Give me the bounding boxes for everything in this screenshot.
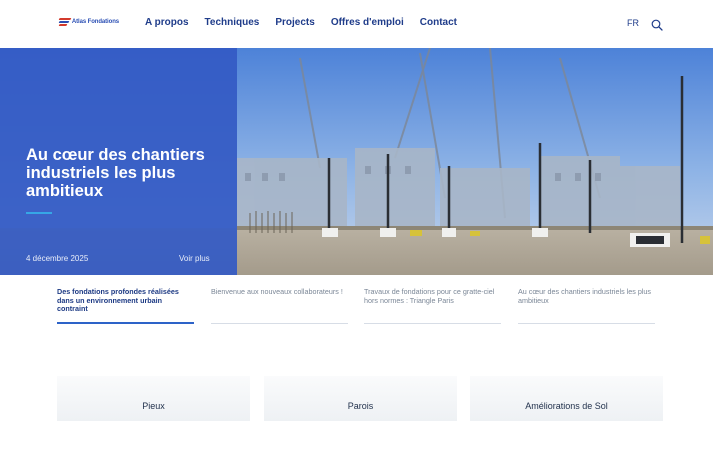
logo-text: Atlas Fondations bbox=[71, 19, 119, 25]
hero-banner: Au cœur des chantiers industriels les pl… bbox=[0, 48, 713, 275]
nav-item-projects[interactable]: Projects bbox=[275, 17, 314, 28]
hero-slider-tabs: Des fondations profondes réalisées dans … bbox=[57, 287, 657, 324]
category-card-pieux[interactable]: Pieux bbox=[57, 376, 250, 421]
atlas-fondations-logo[interactable]: Atlas Fondations bbox=[58, 16, 119, 28]
nav-item-offres-emploi[interactable]: Offres d'emploi bbox=[331, 17, 404, 28]
hero-date: 4 décembre 2025 bbox=[26, 254, 89, 263]
hero-accent-rule bbox=[26, 212, 52, 214]
logo-mark-icon bbox=[58, 18, 72, 26]
slider-tab-3[interactable]: Travaux de fondations pour ce gratte-cie… bbox=[364, 287, 501, 324]
search-icon[interactable] bbox=[651, 19, 663, 31]
slider-tab-4[interactable]: Au cœur des chantiers industriels les pl… bbox=[518, 287, 655, 324]
slider-tab-label: Bienvenue aux nouveaux collaborateurs ! bbox=[211, 287, 343, 296]
slider-tab-label: Travaux de fondations pour ce gratte-cie… bbox=[364, 287, 495, 305]
language-switcher[interactable]: FR bbox=[627, 18, 639, 28]
nav-item-contact[interactable]: Contact bbox=[420, 17, 457, 28]
hero-title[interactable]: Au cœur des chantiers industriels les pl… bbox=[26, 146, 206, 200]
category-card-label: Améliorations de Sol bbox=[525, 401, 608, 411]
category-card-ameliorations-de-sol[interactable]: Améliorations de Sol bbox=[470, 376, 663, 421]
slider-tab-label: Des fondations profondes réalisées dans … bbox=[57, 287, 179, 313]
slider-tab-label: Au cœur des chantiers industriels les pl… bbox=[518, 287, 652, 305]
hero-read-more-link[interactable]: Voir plus bbox=[179, 254, 210, 263]
site-header: Atlas Fondations A propos Techniques Pro… bbox=[0, 0, 720, 48]
slider-tab-2[interactable]: Bienvenue aux nouveaux collaborateurs ! bbox=[211, 287, 348, 324]
nav-item-techniques[interactable]: Techniques bbox=[205, 17, 260, 28]
category-card-parois[interactable]: Parois bbox=[264, 376, 457, 421]
category-card-label: Parois bbox=[347, 401, 374, 411]
nav-item-a-propos[interactable]: A propos bbox=[145, 17, 189, 28]
category-card-label: Pieux bbox=[142, 401, 165, 411]
slider-tab-1[interactable]: Des fondations profondes réalisées dans … bbox=[57, 287, 194, 324]
main-nav: A propos Techniques Projects Offres d'em… bbox=[145, 17, 473, 28]
